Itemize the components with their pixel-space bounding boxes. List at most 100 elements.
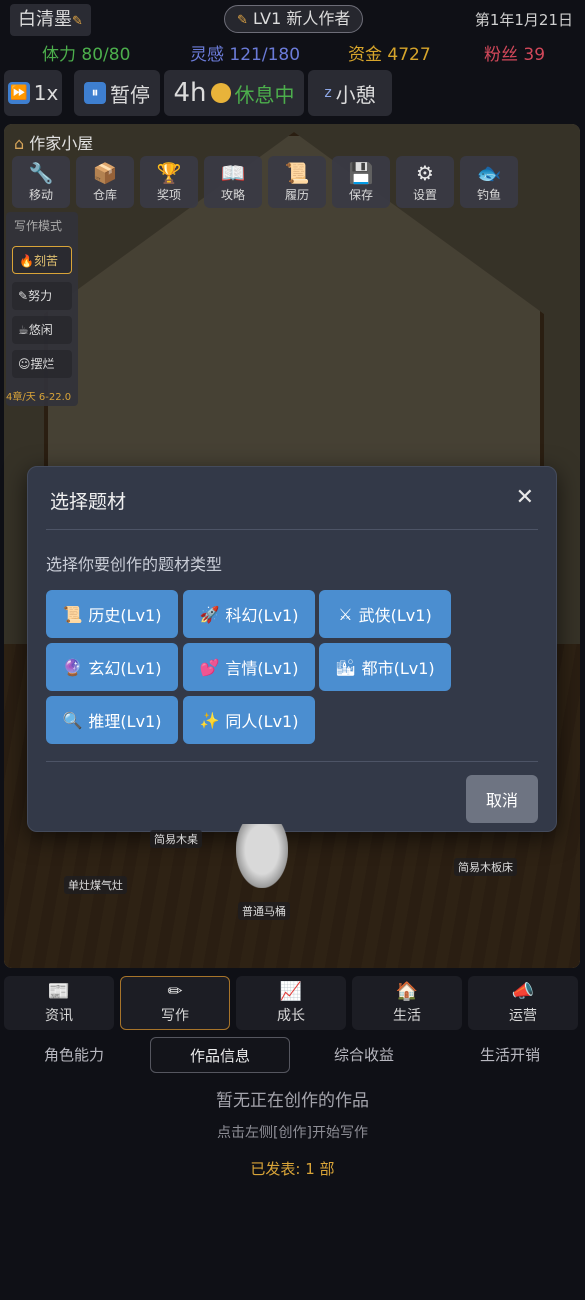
tool-history-button[interactable]: 📜 履历	[268, 156, 326, 208]
genre-label: 同人(Lv1)	[225, 712, 299, 731]
modal-title: 选择题材	[50, 491, 127, 513]
gear-icon: ⚙	[416, 160, 434, 185]
genre-history-button[interactable]: 📜 历史(Lv1)	[46, 590, 178, 638]
pencil-icon: ✎	[72, 14, 83, 29]
mode-label: 刻苦	[33, 254, 58, 268]
tool-label: 钓鱼	[476, 187, 501, 202]
tool-bar: 🔧 移动 📦 仓库 🏆 奖项 📖 攻略 📜 履历 💾 保存 ⚙ 设置 🐟 钓鱼	[12, 156, 518, 208]
nap-button[interactable]: z 小憩	[308, 70, 392, 116]
genre-fantasy-button[interactable]: 🔮 玄幻(Lv1)	[46, 643, 178, 691]
toilet-sprite[interactable]	[236, 824, 288, 888]
furniture-label-bed: 简易木板床	[454, 858, 517, 876]
genre-romance-button[interactable]: 💕 言情(Lv1)	[183, 643, 315, 691]
speed-label: 1x	[33, 81, 59, 105]
nap-label: 小憩	[335, 82, 376, 107]
fast-forward-icon: ⏩	[7, 82, 30, 104]
money-stat: 资金 4727	[348, 45, 431, 65]
mode-slack-button[interactable]: ☺摆烂	[12, 350, 72, 378]
mode-label: 努力	[28, 289, 53, 303]
speed-button[interactable]: ⏩ 1x	[4, 70, 62, 116]
nav-label: 生活	[393, 1008, 421, 1024]
top-bar: 白清墨✎ ✎ LV1 新人作者 第1年1月21日	[0, 0, 585, 40]
stamina-stat: 体力 80/80	[42, 45, 131, 65]
tab-income[interactable]: 综合收益	[294, 1037, 434, 1073]
tab-expenses[interactable]: 生活开销	[440, 1037, 580, 1073]
pause-label: 暂停	[110, 82, 150, 107]
mode-hardwork-button[interactable]: 🔥刻苦	[12, 246, 72, 274]
tool-guide-button[interactable]: 📖 攻略	[204, 156, 262, 208]
tool-label: 保存	[348, 187, 373, 202]
tab-abilities[interactable]: 角色能力	[4, 1037, 144, 1073]
furniture-label-stove: 单灶煤气灶	[64, 876, 127, 894]
home-icon: ⌂	[14, 134, 25, 153]
genre-label: 玄幻(Lv1)	[88, 659, 162, 678]
tool-move-button[interactable]: 🔧 移动	[12, 156, 70, 208]
nav-writing[interactable]: ✏ 写作	[120, 976, 230, 1030]
pause-button[interactable]: ⏸ 暂停	[74, 70, 160, 116]
house-title-text: 作家小屋	[29, 134, 94, 153]
inspiration-stat: 灵感 121/180	[190, 45, 301, 65]
divider	[46, 761, 538, 762]
nav-operations[interactable]: 📣 运营	[468, 976, 578, 1030]
pencil-icon: ✎	[237, 13, 248, 28]
wrench-icon: 🔧	[28, 160, 54, 185]
close-icon[interactable]: ✕	[516, 485, 534, 510]
tool-fishing-button[interactable]: 🐟 钓鱼	[460, 156, 518, 208]
tool-label: 奖项	[156, 187, 181, 202]
level-badge: ✎ LV1 新人作者	[224, 5, 364, 33]
house-title: ⌂ 作家小屋	[14, 130, 93, 154]
pause-icon: ⏸	[84, 82, 106, 104]
megaphone-icon: 📣	[511, 981, 535, 1002]
genre-label: 推理(Lv1)	[88, 712, 162, 731]
swords-icon: ⚔	[338, 604, 353, 624]
box-icon: 📦	[92, 160, 118, 185]
nav-label: 成长	[277, 1008, 305, 1024]
cancel-button[interactable]: 取消	[466, 775, 538, 823]
genre-fanfic-button[interactable]: ✨ 同人(Lv1)	[183, 696, 315, 744]
house-icon: 🏠	[395, 981, 419, 1002]
genre-label: 都市(Lv1)	[361, 659, 435, 678]
mode-leisure-button[interactable]: ☕悠闲	[12, 316, 72, 344]
zzz-icon: z	[324, 85, 332, 101]
player-name-box[interactable]: 白清墨✎	[10, 4, 91, 36]
mode-label: 悠闲	[28, 323, 53, 337]
tab-works-info[interactable]: 作品信息	[150, 1037, 290, 1073]
tool-storage-button[interactable]: 📦 仓库	[76, 156, 134, 208]
nav-news[interactable]: 📰 资讯	[4, 976, 114, 1030]
nav-growth[interactable]: 📈 成长	[236, 976, 346, 1030]
genre-scifi-button[interactable]: 🚀 科幻(Lv1)	[183, 590, 315, 638]
genre-mystery-button[interactable]: 🔍 推理(Lv1)	[46, 696, 178, 744]
genre-label: 言情(Lv1)	[225, 659, 299, 678]
scroll-icon: 📜	[284, 160, 310, 185]
genre-label: 历史(Lv1)	[88, 606, 162, 625]
mode-diligent-button[interactable]: ✎努力	[12, 282, 72, 310]
mode-label: 摆烂	[30, 357, 55, 371]
genre-urban-button[interactable]: 🏙 都市(Lv1)	[319, 643, 451, 691]
works-hint-text: 点击左侧[创作]开始写作	[217, 1125, 368, 1141]
stats-bar: 体力 80/80 灵感 121/180 资金 4727 粉丝 39	[0, 40, 585, 65]
sleepy-face-icon	[210, 83, 231, 103]
tool-label: 攻略	[220, 187, 245, 202]
writing-rate: 4章/天 6-22.0	[6, 392, 72, 403]
writing-mode-title: 写作模式	[14, 219, 63, 233]
fans-stat: 粉丝 39	[484, 45, 546, 65]
player-name: 白清墨	[18, 9, 72, 30]
tool-settings-button[interactable]: ⚙ 设置	[396, 156, 454, 208]
sub-tabs: 角色能力 作品信息 综合收益 生活开销	[0, 1037, 585, 1073]
nav-life[interactable]: 🏠 生活	[352, 976, 462, 1030]
nav-label: 资讯	[45, 1008, 73, 1024]
save-icon: 💾	[348, 160, 374, 185]
trophy-icon: 🏆	[156, 160, 182, 185]
tool-awards-button[interactable]: 🏆 奖项	[140, 156, 198, 208]
genre-wuxia-button[interactable]: ⚔ 武侠(Lv1)	[319, 590, 451, 638]
bottom-nav: 📰 资讯 ✏ 写作 📈 成长 🏠 生活 📣 运营	[4, 976, 582, 1030]
writing-mode-panel: 写作模式 🔥刻苦 ✎努力 ☕悠闲 ☺摆烂 4章/天 6-22.0	[6, 212, 78, 406]
news-icon: 📰	[47, 981, 71, 1002]
book-icon: 📖	[220, 160, 246, 185]
works-empty-text: 暂无正在创作的作品	[216, 1091, 369, 1111]
rest-status-button[interactable]: 4h 休息中	[164, 70, 304, 116]
genre-label: 武侠(Lv1)	[358, 606, 432, 625]
furniture-label-toilet: 普通马桶	[238, 902, 290, 920]
tool-save-button[interactable]: 💾 保存	[332, 156, 390, 208]
rest-state: 休息中	[234, 82, 295, 107]
